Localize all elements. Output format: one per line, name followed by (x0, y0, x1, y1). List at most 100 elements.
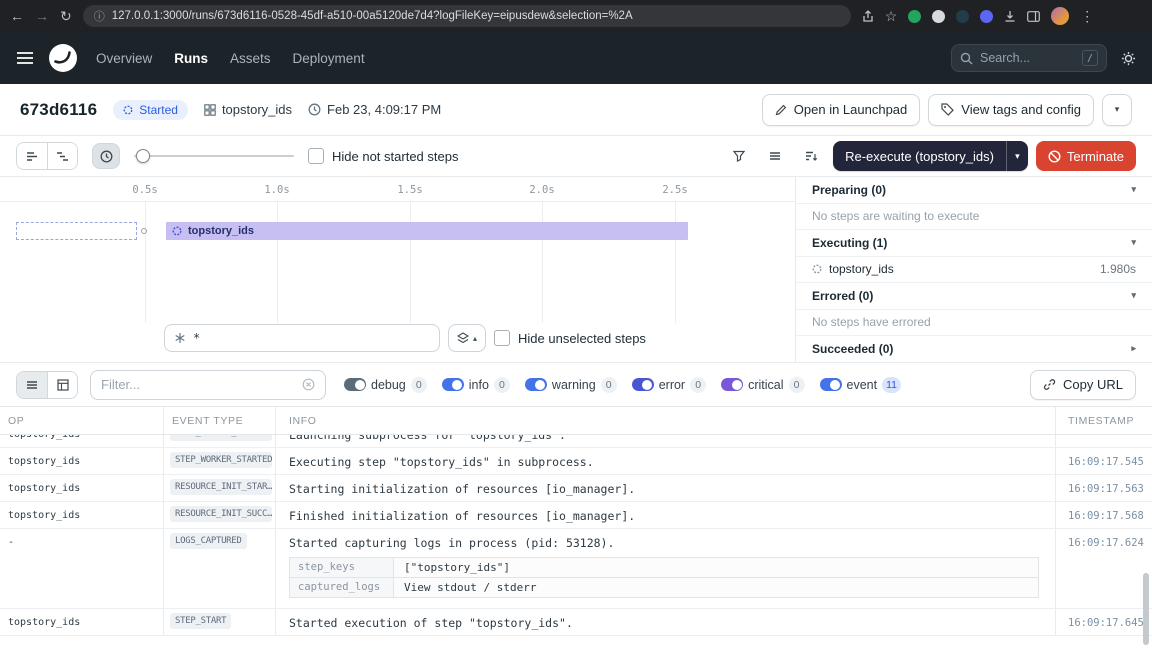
panel-section-executing[interactable]: Executing (1) ▾ (796, 230, 1152, 257)
forward-icon[interactable]: → (35, 9, 49, 23)
row-density-button[interactable] (761, 143, 789, 169)
nav-item-overview[interactable]: Overview (96, 51, 152, 66)
slider-track (134, 155, 294, 157)
settings-gear-icon[interactable] (1121, 51, 1136, 66)
log-event-type: RESOURCE_INIT_SUCC… (164, 502, 276, 529)
run-status-label: Started (139, 103, 178, 117)
side-panel-icon[interactable] (1027, 11, 1040, 22)
logs-list-view-button[interactable] (17, 372, 47, 398)
panel-section-succeeded[interactable]: Succeeded (0) ▸ (796, 336, 1152, 362)
log-filter-error[interactable]: error 0 (632, 377, 706, 393)
extension-icon-light[interactable] (932, 10, 945, 23)
log-row[interactable]: topstory_ids STEP_WORKER_STARTED Executi… (0, 448, 1152, 475)
log-row[interactable]: topstory_ids STEP_START Started executio… (0, 609, 1152, 636)
log-row-logs-captured[interactable]: - LOGS_CAPTURED Started capturing logs i… (0, 529, 1152, 609)
terminate-label: Terminate (1067, 149, 1124, 164)
reexecute-caret-button[interactable]: ▾ (1006, 141, 1028, 171)
profile-avatar[interactable] (1051, 7, 1069, 25)
chevron-right-icon: ▸ (1131, 343, 1136, 354)
view-stdout-stderr-link[interactable]: View stdout / stderr (394, 578, 1038, 597)
panel-section-errored[interactable]: Errored (0) ▾ (796, 283, 1152, 310)
axis-tick: 0.5s (132, 184, 157, 196)
toggle-icon (820, 378, 842, 391)
nav-item-assets[interactable]: Assets (230, 51, 271, 66)
header-more-actions-button[interactable]: ▾ (1102, 94, 1132, 126)
log-filter-input[interactable] (101, 377, 294, 392)
reload-icon[interactable]: ↻ (60, 9, 72, 23)
downloads-icon[interactable] (1004, 10, 1016, 23)
log-table-body[interactable]: topstory_ids STEP_WORKER_STARTI… Launchi… (0, 435, 1152, 669)
panel-preparing-empty: No steps are waiting to execute (796, 204, 1152, 231)
nav-item-deployment[interactable]: Deployment (293, 51, 365, 66)
gantt-chart: 0.5s 1.0s 1.5s 2.0s 2.5s topstory_ids (0, 177, 796, 362)
log-filter-warning[interactable]: warning 0 (525, 377, 617, 393)
log-op: - (0, 529, 164, 608)
panel-section-preparing[interactable]: Preparing (0) ▾ (796, 177, 1152, 204)
chevron-down-icon: ▾ (1131, 237, 1136, 248)
hamburger-menu-icon[interactable] (16, 51, 34, 65)
gantt-step-bar[interactable]: topstory_ids (166, 222, 688, 240)
log-filter-info[interactable]: info 0 (442, 377, 510, 393)
extension-icon-dark[interactable] (956, 10, 969, 23)
log-filter-critical[interactable]: critical 0 (721, 377, 804, 393)
search-input[interactable]: Search... / (951, 44, 1107, 72)
axis-tick: 2.5s (662, 184, 687, 196)
log-info: Started execution of step "topstory_ids"… (276, 609, 1056, 636)
zoom-to-fit-button[interactable]: ▴ (448, 324, 486, 352)
log-timestamp: 16:09:17.568 (1056, 502, 1152, 529)
panel-executing-step[interactable]: topstory_ids 1.980s (796, 257, 1152, 284)
gantt-waterfall-view-button[interactable] (47, 143, 77, 169)
sort-button[interactable] (797, 143, 825, 169)
toggle-icon (721, 378, 743, 391)
hide-not-started-checkbox[interactable]: Hide not started steps (308, 148, 458, 164)
log-op: topstory_ids (0, 448, 164, 475)
share-icon[interactable] (862, 10, 874, 23)
log-row[interactable]: topstory_ids STEP_WORKER_STARTI… Launchi… (0, 435, 1152, 448)
log-filter-event[interactable]: event 11 (820, 377, 902, 393)
extension-icon-green[interactable] (908, 10, 921, 23)
log-meta-table: step_keys ["topstory_ids"] captured_logs… (289, 557, 1039, 598)
gantt-controls: * ▴ Hide unselected steps (164, 324, 646, 352)
step-selector-input[interactable]: * (164, 324, 440, 352)
log-filter-debug[interactable]: debug 0 (344, 377, 427, 393)
log-row[interactable]: topstory_ids RESOURCE_INIT_SUCC… Finishe… (0, 502, 1152, 529)
run-job[interactable]: topstory_ids (204, 102, 292, 117)
logs-table-view-button[interactable] (47, 372, 77, 398)
terminate-button[interactable]: Terminate (1036, 141, 1136, 171)
reexecute-button[interactable]: Re-execute (topstory_ids) (833, 141, 1006, 171)
logs-toolbar: debug 0 info 0 warning 0 error 0 critica… (0, 363, 1152, 407)
copy-url-button[interactable]: Copy URL (1030, 370, 1136, 400)
chevron-down-icon: ▾ (1131, 184, 1136, 195)
open-launchpad-label: Open in Launchpad (794, 102, 907, 117)
log-row[interactable]: topstory_ids RESOURCE_INIT_STAR… Startin… (0, 475, 1152, 502)
gantt-timed-view-button[interactable] (92, 143, 120, 169)
browser-menu-icon[interactable]: ⋮ (1080, 9, 1094, 23)
open-launchpad-button[interactable]: Open in Launchpad (762, 94, 920, 126)
dagster-logo[interactable] (48, 43, 78, 73)
nav-item-runs[interactable]: Runs (174, 51, 208, 66)
axis-tick: 1.0s (264, 184, 289, 196)
log-event-type: RESOURCE_INIT_STAR… (164, 475, 276, 502)
site-info-icon[interactable]: ⓘ (94, 8, 105, 24)
url-bar[interactable]: ⓘ 127.0.0.1:3000/runs/673d6116-0528-45df… (83, 5, 851, 27)
section-title: Errored (0) (812, 289, 873, 303)
event-type-badge: LOGS_CAPTURED (170, 533, 247, 549)
gridline (145, 201, 146, 323)
back-icon[interactable]: ← (10, 9, 24, 23)
column-header-op: OP (0, 407, 164, 434)
extension-icon-indigo[interactable] (980, 10, 993, 23)
copy-url-label: Copy URL (1063, 377, 1123, 392)
gantt-minimap-viewport[interactable] (16, 222, 137, 240)
bookmark-star-icon[interactable]: ☆ (885, 9, 898, 23)
filter-funnel-button[interactable] (725, 143, 753, 169)
scrollbar-thumb[interactable] (1143, 573, 1149, 645)
clear-filter-icon[interactable] (302, 378, 315, 391)
column-header-event-type: EVENT TYPE (164, 407, 276, 434)
gantt-flat-view-button[interactable] (17, 143, 47, 169)
view-tags-config-button[interactable]: View tags and config (928, 94, 1094, 126)
gantt-zoom-slider[interactable] (134, 149, 294, 163)
chip-label: event (847, 378, 878, 392)
slider-knob[interactable] (136, 149, 150, 163)
hide-unselected-checkbox[interactable]: Hide unselected steps (494, 330, 646, 346)
meta-row: step_keys ["topstory_ids"] (290, 558, 1038, 577)
